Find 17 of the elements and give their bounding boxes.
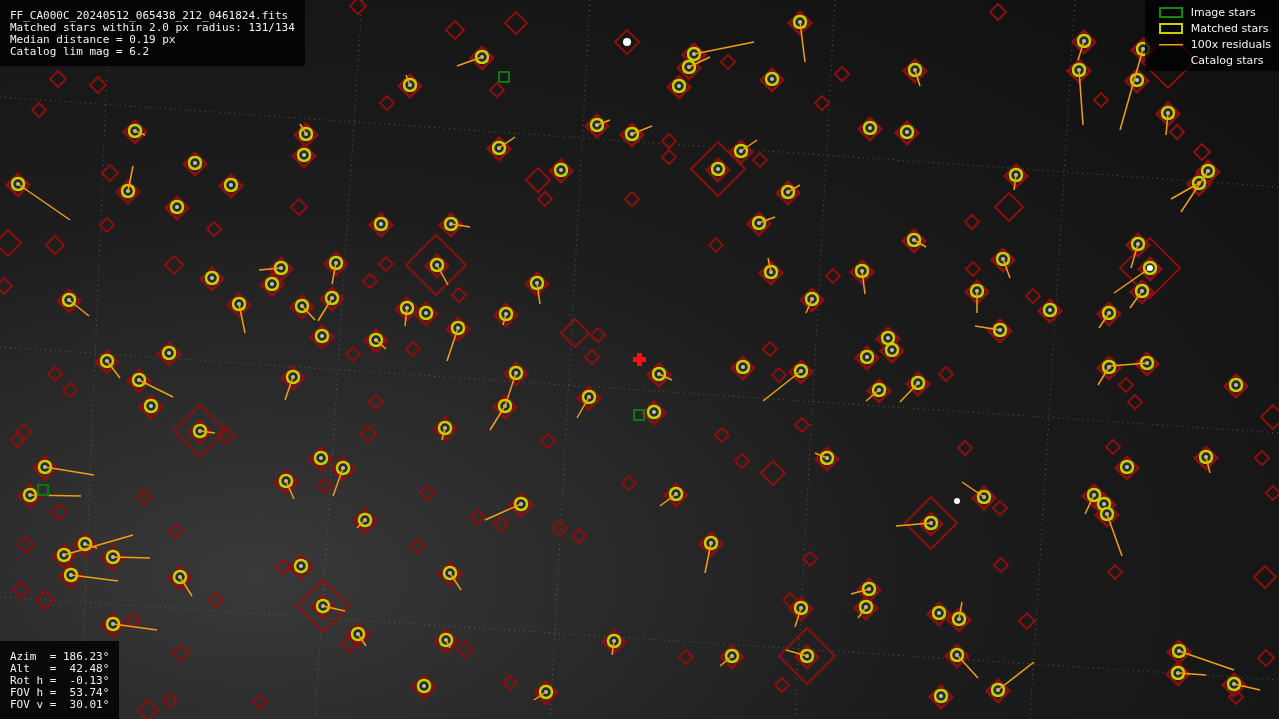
legend-label: Matched stars <box>1190 22 1269 35</box>
info-text: Matched stars within 2.0 px radius: 131/134 <box>10 22 295 34</box>
info-text: Median distance = 0.19 px <box>10 34 177 46</box>
pointing-text: FOV h = 53.74° <box>10 687 110 699</box>
rectangle-outline-icon <box>1158 23 1183 34</box>
pointing-text: Alt = 42.48° <box>10 663 110 675</box>
info-text: Catalog lim mag = 6.2 <box>10 46 151 58</box>
cross-icon <box>633 353 646 366</box>
legend-label: 100x residuals <box>1190 38 1271 51</box>
info-text: FF_CA000C_20240512_065438_212_0461824.fits <box>10 10 290 22</box>
rectangle-outline-icon <box>1158 7 1183 18</box>
pointing-text: Rot h = -0.13° <box>10 675 110 687</box>
pointing-text: Azim = 186.23° <box>10 651 110 663</box>
pointing-text: FOV v = 30.01° <box>10 699 110 711</box>
legend-label: Image stars <box>1190 6 1256 19</box>
line-icon <box>1158 43 1183 46</box>
legend-label: Catalog stars <box>1190 54 1264 67</box>
